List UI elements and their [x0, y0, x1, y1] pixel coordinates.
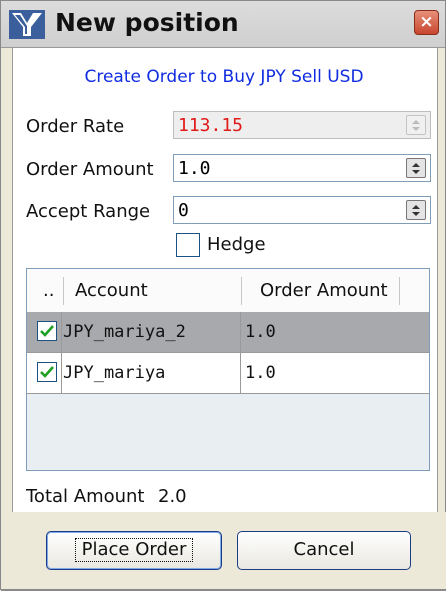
hedge-checkbox[interactable]: [176, 233, 200, 257]
total-amount-label: Total Amount: [26, 486, 145, 507]
title-bar[interactable]: New position ×: [1, 1, 445, 48]
accept-range-spinner[interactable]: [406, 200, 426, 220]
amount-cell[interactable]: 1.0: [245, 312, 276, 352]
cell-divider: [61, 353, 62, 393]
order-rate-label: Order Rate: [26, 116, 125, 137]
cancel-button[interactable]: Cancel: [237, 531, 411, 570]
cell-divider: [240, 312, 241, 352]
order-amount-field[interactable]: 1.0: [173, 154, 431, 182]
column-header-order-amount[interactable]: Order Amount: [260, 269, 388, 312]
column-header-account[interactable]: Account: [75, 269, 148, 312]
accept-range-label: Accept Range: [26, 201, 151, 222]
order-headline: Create Order to Buy JPY Sell USD: [84, 67, 364, 87]
accounts-table: .. Account Order Amount JPY_mariya_2 1.0…: [26, 268, 430, 471]
row-checkbox[interactable]: [37, 321, 57, 341]
order-rate-value: 113.15: [178, 115, 244, 136]
table-row[interactable]: JPY_mariya 1.0: [27, 353, 429, 394]
column-separator: [241, 277, 242, 305]
place-order-label: Place Order: [74, 538, 194, 562]
cell-divider: [240, 353, 241, 393]
order-amount-label: Order Amount: [26, 159, 154, 180]
table-row[interactable]: JPY_mariya_2 1.0: [27, 312, 429, 353]
column-header-select[interactable]: ..: [43, 269, 54, 312]
accept-range-field[interactable]: 0: [173, 196, 431, 224]
close-button[interactable]: ×: [414, 10, 439, 35]
amount-cell[interactable]: 1.0: [245, 353, 276, 393]
column-separator: [63, 277, 64, 305]
window-title: New position: [55, 8, 239, 37]
new-position-dialog: New position × Create Order to Buy JPY S…: [0, 0, 446, 591]
account-cell: JPY_mariya: [63, 363, 166, 383]
button-bar: Place Order Cancel: [1, 512, 446, 590]
place-order-button[interactable]: Place Order: [46, 531, 222, 570]
order-amount-input[interactable]: 1.0: [178, 158, 211, 179]
accept-range-input[interactable]: 0: [178, 200, 189, 221]
column-separator: [399, 277, 400, 305]
row-checkbox[interactable]: [37, 362, 57, 382]
order-rate-field: 113.15: [173, 111, 431, 139]
cell-divider: [61, 312, 62, 352]
order-amount-spinner[interactable]: [406, 158, 426, 178]
account-cell: JPY_mariya_2: [63, 322, 186, 342]
hedge-label: Hedge: [207, 234, 266, 255]
table-header: .. Account Order Amount: [27, 269, 429, 313]
total-amount-value: 2.0: [158, 486, 187, 507]
order-rate-spinner: [406, 115, 426, 135]
app-logo-icon: [9, 10, 45, 39]
